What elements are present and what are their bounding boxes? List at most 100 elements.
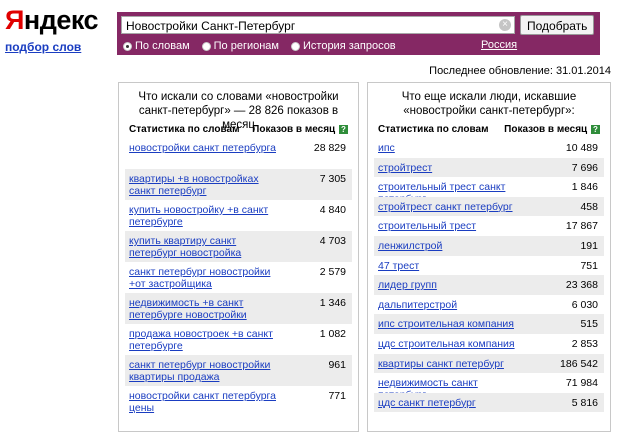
logo-first-letter: Я <box>5 5 24 35</box>
table-row: санкт петербург новостройки +от застройщ… <box>125 262 352 293</box>
table-row: недвижимость +в санкт петербурге новостр… <box>125 293 352 324</box>
search-button[interactable]: Подобрать <box>520 15 594 35</box>
count-value: 751 <box>580 259 598 272</box>
phrase-link[interactable]: дальпитерстрой <box>378 299 528 311</box>
search-input[interactable]: Новостройки Санкт-Петербург × <box>121 16 515 34</box>
phrase-link[interactable]: санкт петербург новостройки +от застройщ… <box>129 266 279 290</box>
right-panel-title: Что еще искали люди, искавшие «новострой… <box>401 91 577 117</box>
count-value: 7 696 <box>571 161 598 174</box>
table-row: строительный трест санкт петербург1 846 <box>374 177 604 205</box>
search-bar: Новостройки Санкт-Петербург × Подобрать … <box>117 12 600 55</box>
col-count-header: Показов в месяц ? <box>504 124 600 135</box>
radio-checked-icon[interactable] <box>123 41 132 51</box>
search-query: Новостройки Санкт-Петербург <box>126 19 296 33</box>
table-row: новостройки санкт петербурга 28 829 <box>125 138 352 169</box>
wordstat-link[interactable]: подбор слов <box>5 40 81 54</box>
search-mode-options: По словам По регионам История запросов <box>123 39 408 53</box>
table-row: стройтрест санкт петербург 458 <box>374 196 604 217</box>
yandex-logo[interactable]: Яндекс <box>5 4 99 36</box>
right-table: ипс 10 489 стройтрест 7 696 строительный тре… <box>368 138 610 413</box>
table-row: лидер групп 23 368 <box>374 275 604 295</box>
phrase-link[interactable]: цдс санкт петербург <box>378 397 528 409</box>
count-value: 961 <box>328 359 346 371</box>
radio-icon[interactable] <box>201 41 211 51</box>
left-panel: Что искали со словами «новостройки санкт… <box>118 82 359 432</box>
phrase-link[interactable]: строительный трест <box>378 220 528 232</box>
mode-by-words[interactable]: По словам <box>123 40 190 52</box>
phrase-link[interactable]: купить квартиру санкт петербург новостро… <box>129 235 279 259</box>
count-value: 7 305 <box>319 173 346 185</box>
help-icon[interactable]: ? <box>339 124 348 134</box>
phrase-link[interactable]: квартиры санкт петербург <box>378 358 528 370</box>
table-row: продажа новостроек +в санкт петербурге 1 … <box>125 324 352 355</box>
phrase-link[interactable]: новостройки санкт петербурга <box>129 142 279 154</box>
count-value: 515 <box>580 318 598 331</box>
count-value: 2 853 <box>571 337 598 350</box>
count-value: 28 829 <box>313 142 346 154</box>
table-row: недвижимость санкт петербург71 984 <box>374 373 604 401</box>
left-panel-title: Что искали со словами «новостройки санкт… <box>138 91 339 131</box>
count-value: 191 <box>580 239 598 252</box>
left-table: новостройки санкт петербурга 28 829 кварти… <box>119 138 358 417</box>
count-value: 23 368 <box>565 279 598 292</box>
count-value: 17 867 <box>565 220 598 233</box>
table-row: купить квартиру санкт петербург новостро… <box>125 231 352 262</box>
table-row: квартиры +в новостройках санкт петербург… <box>125 169 352 200</box>
logo-rest: ндекс <box>23 5 99 35</box>
phrase-link[interactable]: недвижимость +в санкт петербурге новостр… <box>129 297 279 321</box>
mode-by-regions[interactable]: По регионам <box>201 40 279 52</box>
count-value: 4 703 <box>319 235 346 247</box>
phrase-link[interactable]: новостройки санкт петербурга цены <box>129 390 279 414</box>
phrase-link[interactable]: ленжилстрой <box>378 240 528 252</box>
phrase-link[interactable]: ипс строительная компания <box>378 318 528 330</box>
count-value: 1 846 <box>571 181 598 194</box>
count-value: 1 346 <box>319 297 346 309</box>
col-phrase-header: Статистика по словам <box>129 124 240 135</box>
count-value: 2 579 <box>319 266 346 278</box>
help-icon[interactable]: ? <box>591 124 600 134</box>
phrase-link[interactable]: купить новостройку +в санкт петербурге <box>129 204 279 228</box>
table-row: санкт петербург новостройки квартиры про… <box>125 355 352 386</box>
phrase-link[interactable]: ипс <box>378 142 528 154</box>
col-count-label: Показов в месяц <box>504 124 588 135</box>
table-row: купить новостройку +в санкт петербурге 4 … <box>125 200 352 231</box>
count-value: 1 082 <box>319 328 346 340</box>
mode-label: История запросов <box>303 40 396 52</box>
count-value: 6 030 <box>571 298 598 311</box>
count-value: 771 <box>328 390 346 402</box>
phrase-link[interactable]: санкт петербург новостройки квартиры про… <box>129 359 279 383</box>
table-row: дальпитерстрой 6 030 <box>374 295 604 315</box>
phrase-link[interactable]: стройтрест санкт петербург <box>378 201 528 213</box>
col-count-header: Показов в месяц ? <box>252 124 348 135</box>
table-row: 47 трест 751 <box>374 256 604 276</box>
count-value: 10 489 <box>565 142 598 154</box>
mode-label: По словам <box>135 40 190 52</box>
last-update: Последнее обновление: 31.01.2014 <box>429 65 611 77</box>
clear-icon[interactable]: × <box>499 19 511 31</box>
table-row: ипс 10 489 <box>374 138 604 158</box>
table-row: квартиры санкт петербург 186 542 <box>374 353 604 374</box>
count-value: 4 840 <box>319 204 346 216</box>
table-row: цдс санкт петербург 5 816 <box>374 392 604 413</box>
count-value: 71 984 <box>565 377 598 390</box>
radio-icon[interactable] <box>291 41 300 51</box>
left-table-header: Статистика по словам Показов в месяц ? <box>125 124 352 138</box>
col-phrase-header: Статистика по словам <box>378 124 489 135</box>
right-panel: Что еще искали люди, искавшие «новострой… <box>367 82 611 432</box>
phrase-link[interactable]: цдс строительная компания <box>378 338 528 350</box>
right-table-header: Статистика по словам Показов в месяц ? <box>374 124 604 138</box>
table-row: ленжилстрой 191 <box>374 235 604 256</box>
count-value: 186 542 <box>560 357 598 370</box>
phrase-link[interactable]: лидер групп <box>378 279 528 291</box>
mode-history[interactable]: История запросов <box>291 40 396 52</box>
phrase-link[interactable]: стройтрест <box>378 162 528 174</box>
table-row: новостройки санкт петербурга цены 771 <box>125 386 352 417</box>
phrase-link[interactable]: квартиры +в новостройках санкт петербург <box>129 173 279 197</box>
table-row: стройтрест 7 696 <box>374 157 604 178</box>
mode-label: По регионам <box>213 40 279 52</box>
phrase-link[interactable]: 47 трест <box>378 260 528 272</box>
count-value: 458 <box>580 200 598 213</box>
phrase-link[interactable]: продажа новостроек +в санкт петербурге <box>129 328 279 352</box>
count-value: 5 816 <box>571 396 598 409</box>
region-link[interactable]: Россия <box>481 39 517 51</box>
